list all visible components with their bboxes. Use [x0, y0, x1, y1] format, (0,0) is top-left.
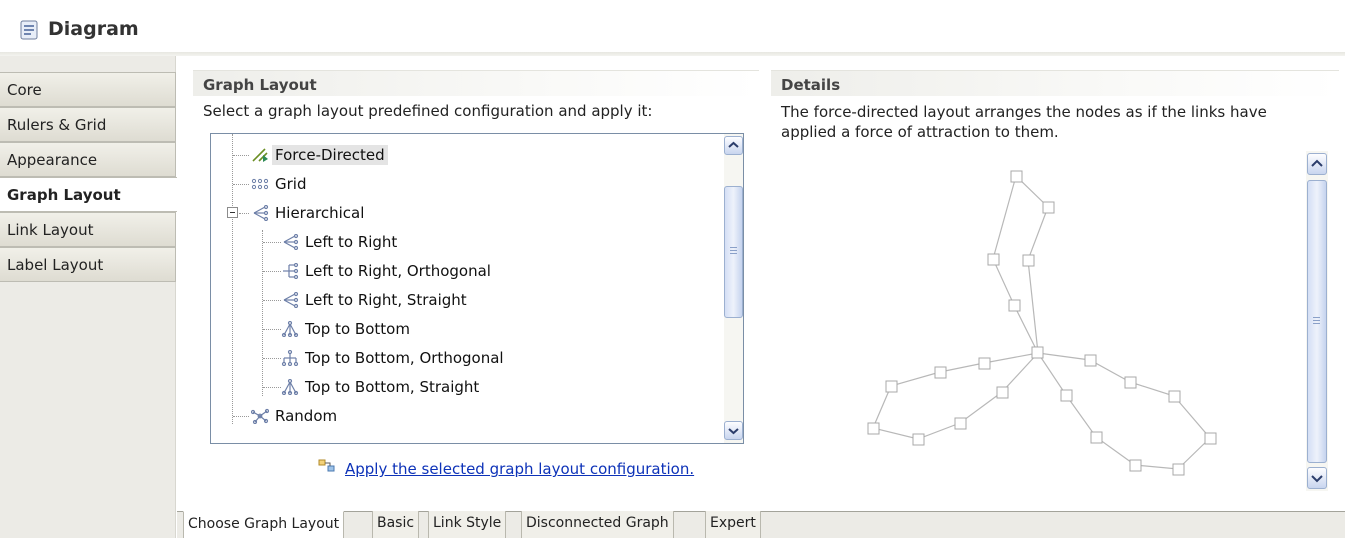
tab-expert[interactable]: Expert [705, 511, 761, 538]
apply-layout-icon [318, 459, 335, 472]
chevron-down-icon [1311, 475, 1323, 483]
tree-item[interactable]: Hierarchical [211, 199, 711, 228]
tree-item[interactable]: Top to Bottom [211, 315, 711, 344]
graph-layout-heading: Graph Layout [193, 70, 759, 96]
chevron-up-icon [1311, 159, 1323, 167]
left-to-right-icon [283, 234, 299, 250]
tree-item-label[interactable]: Left to Right [302, 232, 400, 252]
tree-item-label[interactable]: Grid [272, 174, 309, 194]
sidebar-item-rulers-grid[interactable]: Rulers & Grid [0, 107, 176, 142]
tree-item[interactable]: Top to Bottom, Straight [211, 373, 711, 402]
sidebar-item-link-layout[interactable]: Link Layout [0, 212, 176, 247]
chevron-up-icon [728, 141, 739, 148]
layout-tree[interactable]: Force-Directed Grid Hierarchical Left to [210, 133, 744, 444]
details-description: The force-directed layout arranges the n… [781, 103, 1267, 141]
chevron-down-icon [728, 428, 739, 435]
tree-item[interactable]: Random [211, 402, 711, 431]
scroll-up-button[interactable] [724, 136, 743, 155]
tab-link-style[interactable]: Link Style [428, 511, 507, 538]
diagram-icon [20, 20, 38, 40]
layout-preview [867, 170, 1217, 476]
scroll-thumb[interactable] [1307, 180, 1327, 463]
sidebar-item-appearance[interactable]: Appearance [0, 142, 176, 177]
tree-item-label[interactable]: Top to Bottom [302, 319, 413, 339]
tree-item[interactable]: Left to Right [211, 228, 711, 257]
tree-item-label[interactable]: Hierarchical [272, 203, 367, 223]
tab-choose-graph-layout[interactable]: Choose Graph Layout [183, 511, 345, 538]
tree-item[interactable]: Grid [211, 170, 711, 199]
tree-item-label[interactable]: Top to Bottom, Straight [302, 377, 482, 397]
apply-layout-link[interactable]: Apply the selected graph layout configur… [345, 460, 694, 478]
editor-header [0, 0, 1345, 54]
grid-layout-icon [251, 178, 269, 190]
top-to-bottom-straight-icon [281, 379, 299, 395]
hierarchical-icon [253, 205, 269, 221]
tree-item-label[interactable]: Left to Right, Orthogonal [302, 261, 494, 281]
sidebar-item-core[interactable]: Core [0, 72, 176, 107]
left-to-right-orthogonal-icon [283, 263, 299, 279]
scroll-up-button[interactable] [1307, 153, 1327, 175]
page-title: Diagram [48, 18, 139, 40]
tree-item-label[interactable]: Force-Directed [272, 145, 388, 165]
sidebar-item-label-layout[interactable]: Label Layout [0, 247, 176, 282]
tree-item[interactable]: Left to Right, Straight [211, 286, 711, 315]
sidebar-item-graph-layout[interactable]: Graph Layout [0, 177, 177, 212]
graph-layout-description: Select a graph layout predefined configu… [203, 102, 653, 120]
tree-item[interactable]: Force-Directed [211, 141, 711, 170]
force-directed-icon [252, 148, 268, 162]
tree-item[interactable]: Top to Bottom, Orthogonal [211, 344, 711, 373]
tree-item[interactable]: Left to Right, Orthogonal [211, 257, 711, 286]
scroll-thumb[interactable] [724, 186, 743, 318]
tree-item-label[interactable]: Top to Bottom, Orthogonal [302, 348, 507, 368]
scroll-down-button[interactable] [724, 421, 743, 440]
top-to-bottom-orthogonal-icon [281, 350, 299, 366]
top-to-bottom-icon [281, 321, 299, 337]
details-heading: Details [771, 70, 1339, 96]
scroll-down-button[interactable] [1307, 467, 1327, 489]
bottom-tab-bar [177, 512, 1345, 538]
random-layout-icon [251, 408, 269, 424]
tab-disconnected-graph[interactable]: Disconnected Graph [521, 511, 674, 538]
left-to-right-straight-icon [283, 292, 299, 308]
tree-item-label[interactable]: Left to Right, Straight [302, 290, 470, 310]
tab-basic[interactable]: Basic [372, 511, 420, 538]
collapse-toggle-icon[interactable] [227, 207, 238, 218]
tree-item-label[interactable]: Random [272, 406, 340, 426]
